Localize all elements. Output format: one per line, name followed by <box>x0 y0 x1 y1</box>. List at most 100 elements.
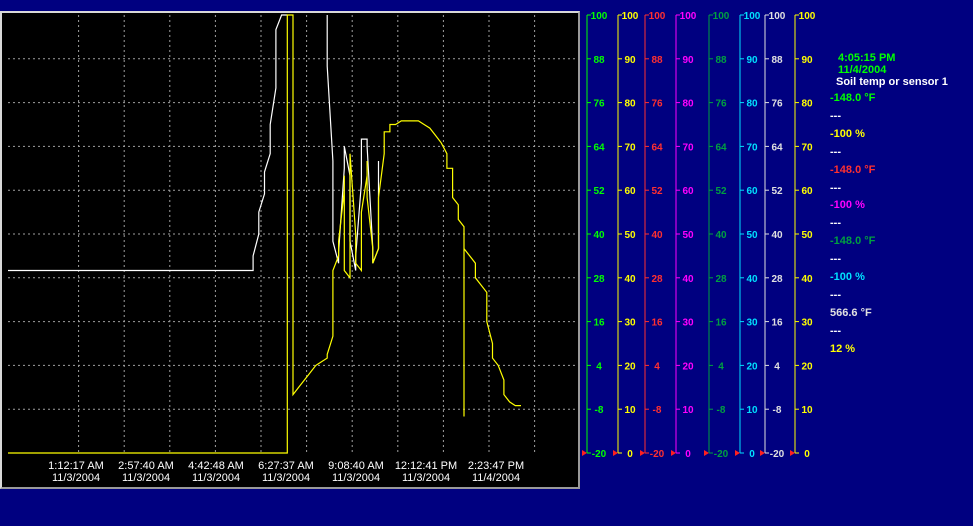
axis-tick-label: 100 <box>769 11 786 22</box>
axis-tick-label: 40 <box>651 230 663 241</box>
axis-tick-label: 40 <box>771 230 783 241</box>
axis-tick-label: 64 <box>651 142 663 153</box>
axis-tick-label: 16 <box>771 318 783 329</box>
reading-value: -100 % <box>830 271 865 283</box>
axis-tick-label: 10 <box>746 405 758 416</box>
axis-tick-label: 52 <box>715 186 727 197</box>
axis-tick-label: 4 <box>654 361 660 372</box>
x-tick-time: 12:12:41 PM <box>394 460 458 472</box>
axis-tick-label: 80 <box>746 99 758 110</box>
axis-tick-label: 0 <box>627 449 633 460</box>
axis-tick-label: 40 <box>682 274 694 285</box>
axis-tick-label: 0 <box>804 449 810 460</box>
axis-tick-label: 70 <box>624 142 636 153</box>
axis-tick-label: 20 <box>801 361 813 372</box>
axis-tick-label: -20 <box>770 449 785 460</box>
axis-tick-label: 70 <box>801 142 813 153</box>
axis-tick-label: -8 <box>653 405 662 416</box>
axis-tick-label: 10 <box>624 405 636 416</box>
axis-arrow-icon <box>613 450 618 456</box>
x-tick-label: 6:27:37 AM 11/3/2004 <box>246 460 326 484</box>
axis-tick-label: 76 <box>771 99 783 110</box>
axis-tick-label: 50 <box>624 230 636 241</box>
axis-tick-label: 60 <box>624 186 636 197</box>
axis-tick-label: 64 <box>771 142 783 153</box>
axis-arrow-icon <box>582 450 587 456</box>
x-tick-date: 11/3/2004 <box>401 472 451 484</box>
x-tick-label: 4:42:48 AM 11/3/2004 <box>176 460 256 484</box>
axis-tick-label: 52 <box>771 186 783 197</box>
axis-arrow-icon <box>790 450 795 456</box>
reading-value: --- <box>830 217 841 230</box>
x-tick-label: 2:57:40 AM 11/3/2004 <box>106 460 186 484</box>
axis-tick-label: 20 <box>682 361 694 372</box>
axis-tick-label: 0 <box>749 449 755 460</box>
axis-tick-label: 100 <box>799 11 816 22</box>
reading-value: -148.0 °F <box>830 235 876 248</box>
axis-tick-label: 16 <box>715 318 727 329</box>
axis-tick-label: 16 <box>651 318 663 329</box>
reading-value: --- <box>830 181 841 194</box>
axis-tick-label: 80 <box>624 99 636 110</box>
axis-tick-label: 20 <box>746 361 758 372</box>
axis-tick-label: 40 <box>801 274 813 285</box>
reading-value: 566.6 °F <box>830 306 872 319</box>
axis-tick-label: 10 <box>801 405 813 416</box>
axis-tick-label: 100 <box>744 11 761 22</box>
reading-value: --- <box>830 288 841 301</box>
axis-tick-label: 30 <box>801 318 813 329</box>
reading-value: --- <box>830 145 841 158</box>
clock-time: 4:05:15 PM <box>838 52 896 64</box>
axis-tick-label: 4 <box>774 361 780 372</box>
axis-tick-label: 28 <box>593 274 605 285</box>
axis-tick-label: 28 <box>715 274 727 285</box>
axis-tick-label: 88 <box>771 55 783 66</box>
axis-tick-label: -20 <box>714 449 729 460</box>
axis-tick-label: 88 <box>651 55 663 66</box>
axis-tick-label: 28 <box>651 274 663 285</box>
axis-tick-label: 10 <box>682 405 694 416</box>
axis-arrow-icon <box>704 450 709 456</box>
axis-tick-label: 64 <box>593 142 605 153</box>
axis-tick-label: 52 <box>651 186 663 197</box>
axis-tick-label: 100 <box>713 11 730 22</box>
axis-tick-label: 40 <box>593 230 605 241</box>
axis-tick-label: -20 <box>592 449 607 460</box>
axis-tick-label: 76 <box>715 99 727 110</box>
axis-tick-label: 4 <box>596 361 602 372</box>
axis-tick-label: 88 <box>715 55 727 66</box>
axis-tick-label: 90 <box>801 55 813 66</box>
x-tick-label: 12:12:41 PM 11/3/2004 <box>386 460 466 484</box>
x-tick-date: 11/3/2004 <box>51 472 101 484</box>
x-tick-time: 2:23:47 PM <box>467 460 525 472</box>
axis-tick-label: 76 <box>651 99 663 110</box>
axis-tick-label: 76 <box>593 99 605 110</box>
axis-tick-label: 30 <box>682 318 694 329</box>
axis-tick-label: 30 <box>746 318 758 329</box>
x-tick-label: 1:12:17 AM 11/3/2004 <box>36 460 116 484</box>
axis-tick-label: -8 <box>717 405 726 416</box>
axis-tick-label: -8 <box>595 405 604 416</box>
axis-tick-label: 88 <box>593 55 605 66</box>
axis-tick-label: 60 <box>682 186 694 197</box>
axis-arrow-icon <box>760 450 765 456</box>
axis-tick-label: 52 <box>593 186 605 197</box>
series-line <box>8 14 288 272</box>
axis-tick-label: 16 <box>593 318 605 329</box>
sensor-name: Soil temp or sensor 1 <box>836 76 948 88</box>
x-tick-time: 2:57:40 AM <box>118 460 174 472</box>
x-tick-date: 11/3/2004 <box>261 472 311 484</box>
reading-value: --- <box>830 324 841 337</box>
axis-tick-label: 80 <box>682 99 694 110</box>
x-tick-time: 4:42:48 AM <box>188 460 244 472</box>
axis-tick-label: 30 <box>624 318 636 329</box>
axis-tick-label: 90 <box>624 55 636 66</box>
axis-tick-label: 4 <box>718 361 724 372</box>
axis-tick-label: 64 <box>715 142 727 153</box>
axis-tick-label: 50 <box>801 230 813 241</box>
axis-tick-label: -20 <box>650 449 665 460</box>
reading-value: -100 % <box>830 127 865 140</box>
axis-tick-label: 100 <box>591 11 608 22</box>
axis-tick-label: 70 <box>746 142 758 153</box>
axis-tick-label: 80 <box>801 99 813 110</box>
